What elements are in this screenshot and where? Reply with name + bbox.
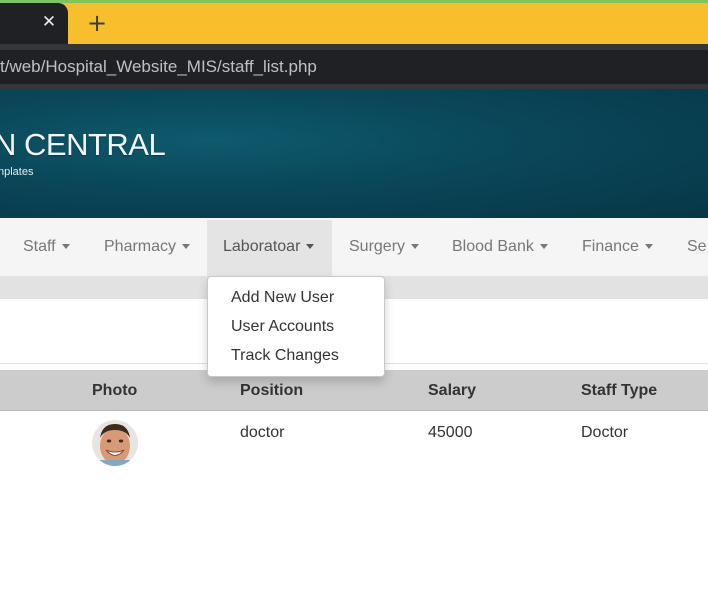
caret-down-icon xyxy=(182,244,191,250)
nav-item-settings[interactable]: Se xyxy=(671,218,708,276)
nav-item-label: Blood Bank xyxy=(452,238,534,255)
nav-item-surgery[interactable]: Surgery xyxy=(333,218,436,276)
close-tab-icon[interactable]: ✕ xyxy=(40,12,58,32)
caret-down-icon xyxy=(539,244,548,250)
staff-photo-avatar xyxy=(92,420,138,466)
browser-tab-strip: ✕ + xyxy=(0,0,708,44)
browser-tab[interactable]: ✕ xyxy=(0,3,68,44)
cell-staff-type: Doctor xyxy=(581,424,629,441)
menu-item-track-changes[interactable]: Track Changes xyxy=(231,347,339,365)
address-bar[interactable]: t/web/Hospital_Website_MIS/staff_list.ph… xyxy=(0,50,708,84)
caret-down-icon xyxy=(411,244,420,250)
column-header-photo[interactable]: Photo xyxy=(92,370,137,411)
browser-toolbar: t/web/Hospital_Website_MIS/staff_list.ph… xyxy=(0,44,708,89)
doctor-avatar-icon xyxy=(92,420,138,466)
menu-item-add-new-user[interactable]: Add New User xyxy=(231,289,334,307)
nav-item-label: Finance xyxy=(582,238,639,255)
nav-item-label: Se xyxy=(687,238,707,255)
nav-item-pharmacy[interactable]: Pharmacy xyxy=(88,218,206,276)
main-navbar: Staff Pharmacy Laboratoar Surgery Blood … xyxy=(0,218,708,277)
cell-position: doctor xyxy=(240,424,285,441)
cell-salary: 45000 xyxy=(428,424,473,441)
nav-item-finance[interactable]: Finance xyxy=(566,218,671,276)
nav-item-label: Surgery xyxy=(349,238,406,255)
nav-item-label: Laboratoar xyxy=(223,238,301,255)
nav-item-label: Staff xyxy=(23,238,56,255)
menu-item-user-accounts[interactable]: User Accounts xyxy=(231,318,334,336)
column-header-salary[interactable]: Salary xyxy=(428,370,476,411)
new-tab-icon[interactable]: + xyxy=(86,10,108,36)
caret-down-icon xyxy=(644,244,653,250)
caret-down-icon xyxy=(61,244,70,250)
column-header-staff-type[interactable]: Staff Type xyxy=(581,370,657,411)
laboratory-dropdown-menu: Add New User User Accounts Track Changes xyxy=(207,276,385,377)
site-banner: N CENTRAL nplates xyxy=(0,89,708,218)
address-url[interactable]: t/web/Hospital_Website_MIS/staff_list.ph… xyxy=(0,57,317,77)
site-logo-text[interactable]: N CENTRAL xyxy=(0,127,166,163)
nav-item-staff[interactable]: Staff xyxy=(0,218,88,276)
site-tagline: nplates xyxy=(0,166,34,178)
caret-down-icon xyxy=(306,244,315,250)
nav-item-blood-bank[interactable]: Blood Bank xyxy=(436,218,566,276)
nav-item-label: Pharmacy xyxy=(104,238,177,255)
nav-item-laboratory[interactable]: Laboratoar xyxy=(207,220,332,276)
